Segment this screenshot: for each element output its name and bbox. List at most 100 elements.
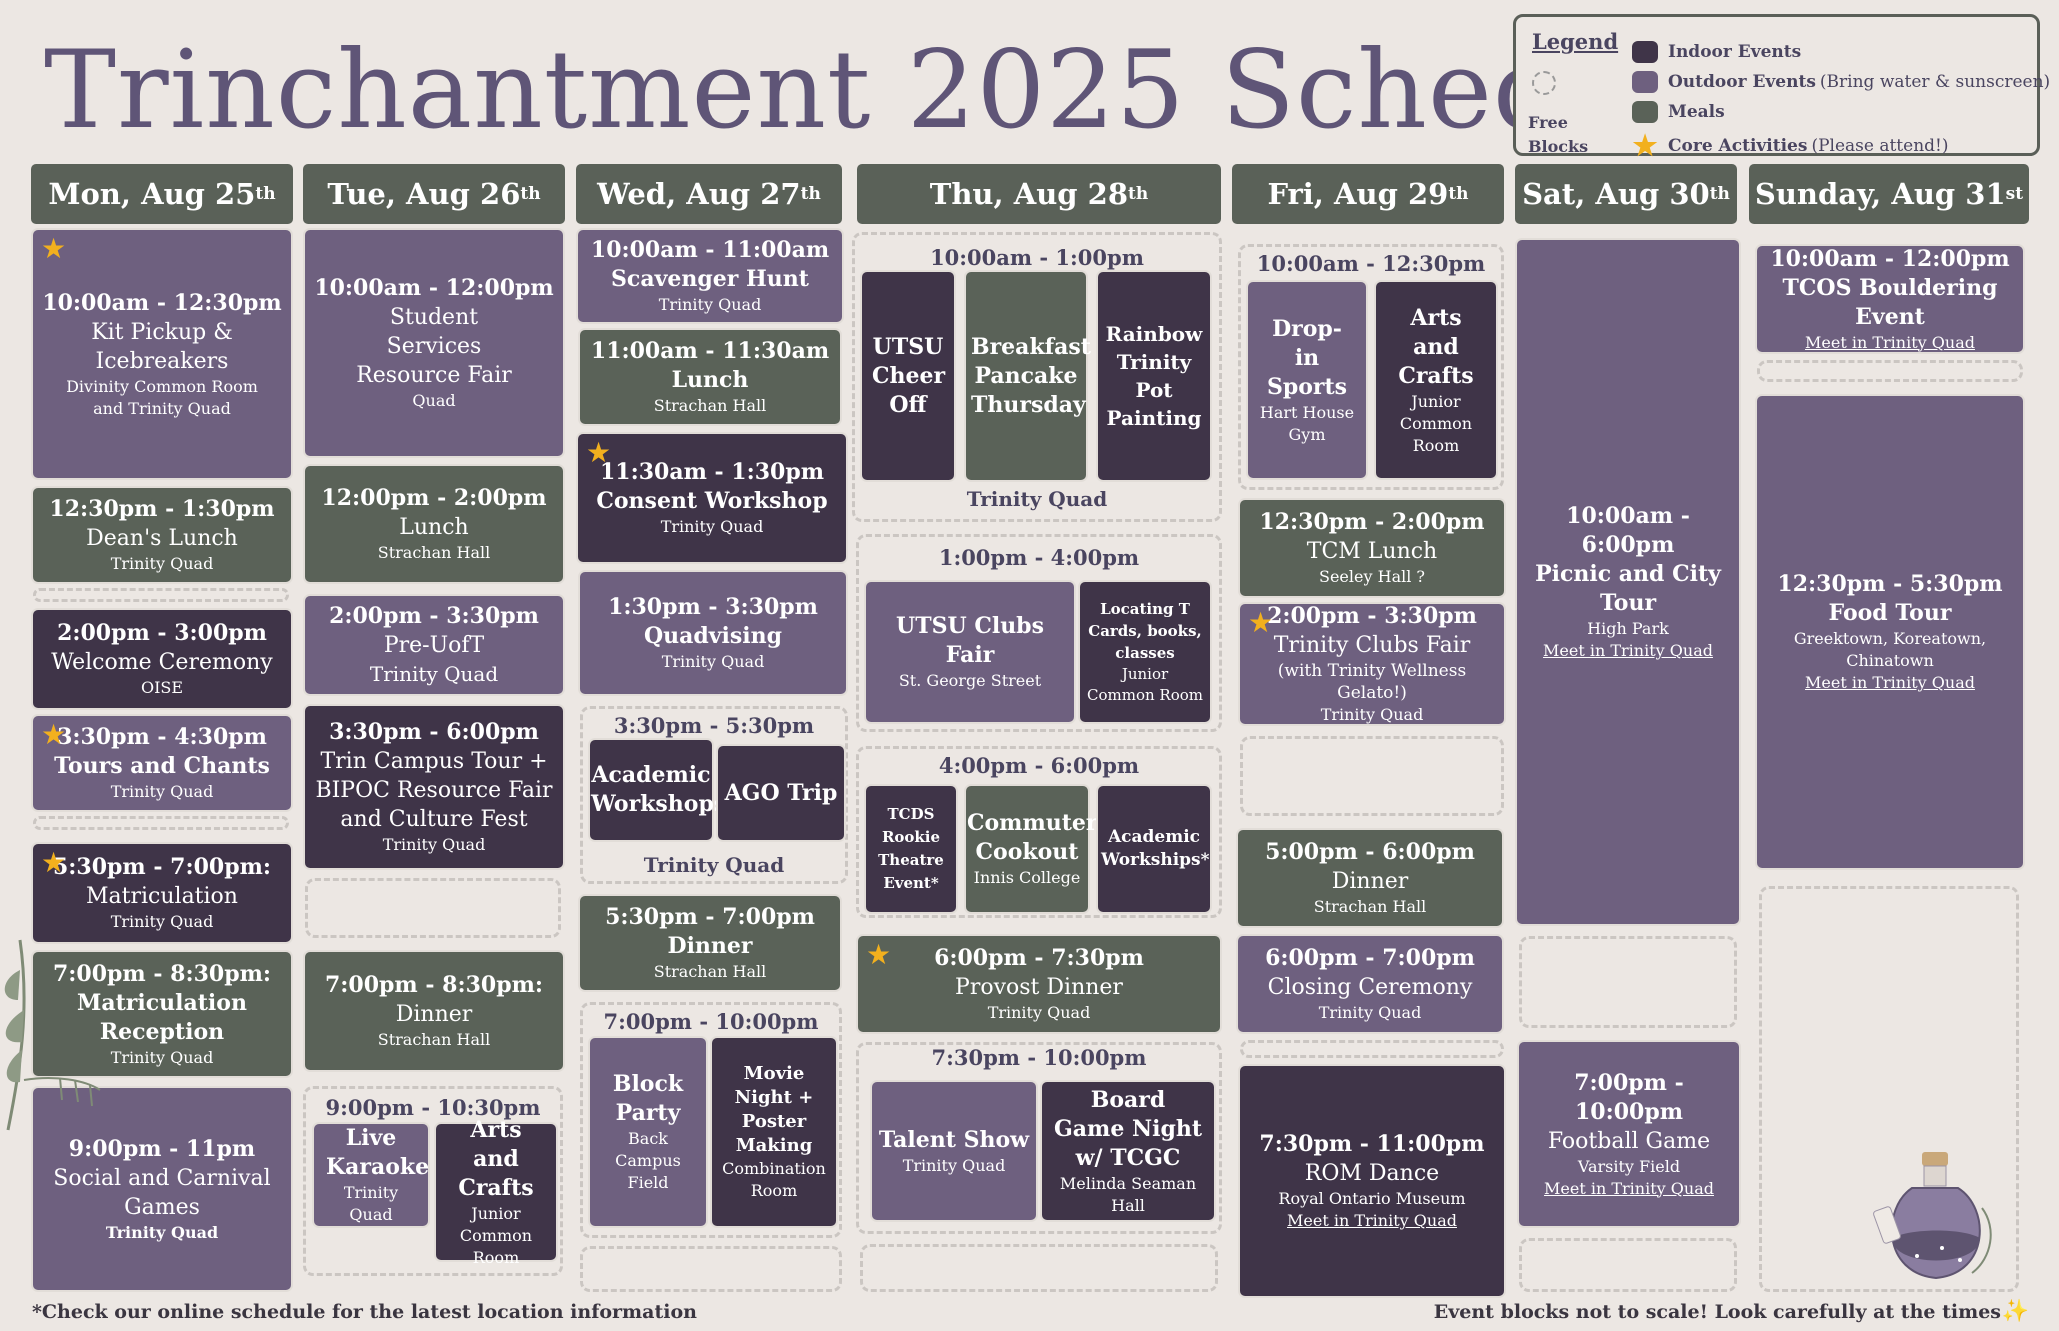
event-food-tour[interactable]: 12:30pm - 5:30pm Food Tour Greektown, Ko… <box>1755 394 2025 870</box>
event-name: Lunch <box>399 515 469 540</box>
event-breakfast-pancake[interactable]: Breakfast Pancake Thursday <box>964 270 1091 482</box>
event-closing-ceremony[interactable]: 6:00pm - 7:00pm Closing Ceremony Trinity… <box>1236 934 1504 1034</box>
event-board-game-night[interactable]: Board Game Night w/ TCGC Melinda Seaman … <box>1040 1080 1216 1222</box>
legend-outdoor-note: (Bring water & sunscreen) <box>1819 72 2051 92</box>
legend-outdoor: Outdoor Events (Bring water & sunscreen) <box>1632 71 2050 93</box>
event-name: Board Game Night w/ TCGC <box>1054 1086 1202 1171</box>
event-trinity-clubs-fair[interactable]: ★ 2:00pm - 3:30pm Trinity Clubs Fair (wi… <box>1238 602 1506 726</box>
event-name: Trinity Clubs Fair <box>1273 633 1471 658</box>
event-name: Dinner <box>1331 869 1409 894</box>
free-block <box>33 588 289 602</box>
event-tcds-theatre[interactable]: TCDS Rookie Theatre Event* <box>864 784 958 914</box>
event-pre-uoft[interactable]: 2:00pm - 3:30pm Pre-UofT Trinity Quad <box>303 594 565 696</box>
event-locating-tcards[interactable]: Locating T Cards, books, classes Junior … <box>1078 580 1212 724</box>
event-time: 3:30pm - 4:30pm <box>57 724 267 750</box>
event-deans-lunch[interactable]: 12:30pm - 1:30pm Dean's Lunch Trinity Qu… <box>31 486 293 584</box>
event-tue-dinner[interactable]: 7:00pm - 8:30pm: Dinner Strachan Hall <box>303 950 565 1072</box>
event-matriculation[interactable]: ★ 5:30pm - 7:00pm: Matriculation Trinity… <box>31 842 293 944</box>
event-fri-dinner[interactable]: 5:00pm - 6:00pm Dinner Strachan Hall <box>1236 828 1504 928</box>
event-commuter-cookout[interactable]: Commuter Cookout Innis College <box>964 784 1098 914</box>
event-location: Trinity Quad <box>110 912 214 931</box>
event-tcm-lunch[interactable]: 12:30pm - 2:00pm TCM Lunch Seeley Hall ? <box>1238 498 1506 598</box>
event-name: TCOS Bouldering Event <box>1782 274 1998 330</box>
event-location: Trinity Quad <box>343 1183 399 1224</box>
legend-free-label: Free Blocks <box>1528 113 1589 156</box>
event-name: Trin Campus Tour + BIPOC Resource Fair a… <box>315 749 553 832</box>
legend-core-note: (Please attend!) <box>1811 135 1949 156</box>
event-talent-show[interactable]: Talent Show Trinity Quad <box>870 1080 1038 1222</box>
group-location: Trinity Quad <box>966 487 1108 511</box>
free-block <box>1240 736 1504 816</box>
event-scavenger-hunt[interactable]: 10:00am - 11:00am Scavenger Hunt Trinity… <box>576 228 844 324</box>
event-tcos-bouldering[interactable]: 10:00am - 12:00pm TCOS Bouldering Event … <box>1755 244 2025 354</box>
event-quadvising[interactable]: 1:30pm - 3:30pm Quadvising Trinity Quad <box>578 570 848 696</box>
legend-outdoor-label: Outdoor Events <box>1668 72 1816 92</box>
event-picnic-city-tour[interactable]: 10:00am - 6:00pm Picnic and City Tour Hi… <box>1515 238 1741 926</box>
event-consent-workshop[interactable]: ★ 11:30am - 1:30pm Consent Workshop Trin… <box>576 432 848 564</box>
event-wed-dinner[interactable]: 5:30pm - 7:00pm Dinner Strachan Hall <box>578 894 842 992</box>
event-location: Combination Room <box>722 1159 826 1200</box>
outdoor-swatch <box>1632 71 1658 93</box>
event-drop-in-sports[interactable]: Drop-in Sports Hart House Gym <box>1246 280 1368 480</box>
event-academic-workships[interactable]: Academic Workships* <box>1096 784 1212 914</box>
event-name: UTSU Clubs Fair <box>896 613 1044 668</box>
legend-meals: Meals <box>1632 101 1725 123</box>
potion-bottle-icon <box>1873 1152 1992 1280</box>
event-block-party[interactable]: Block Party Back Campus Field <box>588 1036 708 1228</box>
event-location: Hart House Gym <box>1259 402 1355 444</box>
event-time: 12:30pm - 2:00pm <box>1259 509 1485 535</box>
meet-link[interactable]: Meet in Trinity Quad <box>1543 640 1713 662</box>
footer-note-left: *Check our online schedule for the lates… <box>32 1301 697 1323</box>
event-name: Lunch <box>671 367 749 393</box>
event-name: TCM Lunch <box>1306 539 1438 564</box>
event-name: Live Karaoke <box>326 1125 430 1180</box>
free-block <box>1519 936 1737 1028</box>
event-time: 6:00pm - 7:00pm <box>1265 945 1475 971</box>
free-block-swatch <box>1532 71 1556 95</box>
event-name: Commuter Cookout <box>967 810 1098 865</box>
event-kit-pickup[interactable]: ★ 10:00am - 12:30pm Kit Pickup & Icebrea… <box>31 228 293 480</box>
free-block <box>860 1244 1218 1292</box>
page-title: Trinchantment 2025 Schedule <box>44 28 1735 153</box>
event-time: 10:00am - 12:30pm <box>42 289 282 316</box>
event-resource-fair[interactable]: 10:00am - 12:00pm Student Services Resou… <box>303 228 565 458</box>
event-location: Back Campus Field <box>615 1129 681 1192</box>
event-live-karaoke[interactable]: Live Karaoke Trinity Quad <box>312 1122 430 1228</box>
meet-link[interactable]: Meet in Trinity Quad <box>1287 1210 1457 1232</box>
event-name: Matriculation <box>86 884 238 909</box>
event-football-game[interactable]: 7:00pm - 10:00pm Football Game Varsity F… <box>1517 1040 1741 1228</box>
event-location: Trinity Quad <box>902 1155 1006 1175</box>
meet-link[interactable]: Meet in Trinity Quad <box>1805 332 1975 354</box>
event-location: Strachan Hall <box>377 543 491 562</box>
event-name: Dean's Lunch <box>86 526 238 551</box>
meet-link[interactable]: Meet in Trinity Quad <box>1805 672 1975 694</box>
legend: Legend Free Blocks Indoor Events Outdoor… <box>1513 14 2050 162</box>
event-location: Trinity Quad <box>105 1222 219 1242</box>
event-location: Junior Common Room <box>1087 665 1203 704</box>
event-movie-night[interactable]: Movie Night + Poster Making Combination … <box>710 1036 838 1228</box>
event-location: Trinity Quad <box>1318 1003 1422 1022</box>
event-name: Talent Show <box>878 1126 1030 1153</box>
event-rainbow-pot[interactable]: Rainbow Trinity Pot Painting <box>1096 270 1212 482</box>
event-ago-trip[interactable]: AGO Trip <box>716 744 846 842</box>
event-time: 7:00pm - 10:00pm <box>1574 1069 1684 1125</box>
meet-link[interactable]: Meet in Trinity Quad <box>1544 1178 1714 1200</box>
event-utsu-clubs-fair[interactable]: UTSU Clubs Fair St. George Street <box>864 580 1076 724</box>
event-welcome-ceremony[interactable]: 2:00pm - 3:00pm Welcome Ceremony OISE <box>31 608 293 710</box>
event-time: 3:30pm - 6:00pm <box>329 719 539 745</box>
event-arts-crafts-fri[interactable]: Arts and Crafts Junior Common Room <box>1374 280 1498 480</box>
event-rom-dance[interactable]: 7:30pm - 11:00pm ROM Dance Royal Ontario… <box>1238 1064 1506 1298</box>
legend-core-label: Core Activities <box>1668 135 1808 156</box>
sparkle-icon: ✨ <box>2001 1298 2029 1324</box>
event-utsu-cheer-off[interactable]: UTSU Cheer Off <box>860 270 956 482</box>
event-academic-workshops[interactable]: Academic Workshops <box>588 738 726 842</box>
legend-indoor: Indoor Events <box>1632 41 1801 63</box>
event-provost-dinner[interactable]: ★ 6:00pm - 7:30pm Provost Dinner Trinity… <box>856 934 1222 1034</box>
event-tue-lunch[interactable]: 12:00pm - 2:00pm Lunch Strachan Hall <box>303 464 565 584</box>
event-location: Innis College <box>973 868 1081 887</box>
event-time: 10:00am - 6:00pm <box>1566 503 1690 558</box>
event-arts-crafts-tue[interactable]: Arts and Crafts Junior Common Room <box>434 1117 558 1267</box>
event-campus-tour-bipoc[interactable]: 3:30pm - 6:00pm Trin Campus Tour + BIPOC… <box>303 704 565 870</box>
event-wed-lunch[interactable]: 11:00am - 11:30am Lunch Strachan Hall <box>578 328 842 426</box>
event-tours-chants[interactable]: ★ 3:30pm - 4:30pm Tours and Chants Trini… <box>31 714 293 812</box>
